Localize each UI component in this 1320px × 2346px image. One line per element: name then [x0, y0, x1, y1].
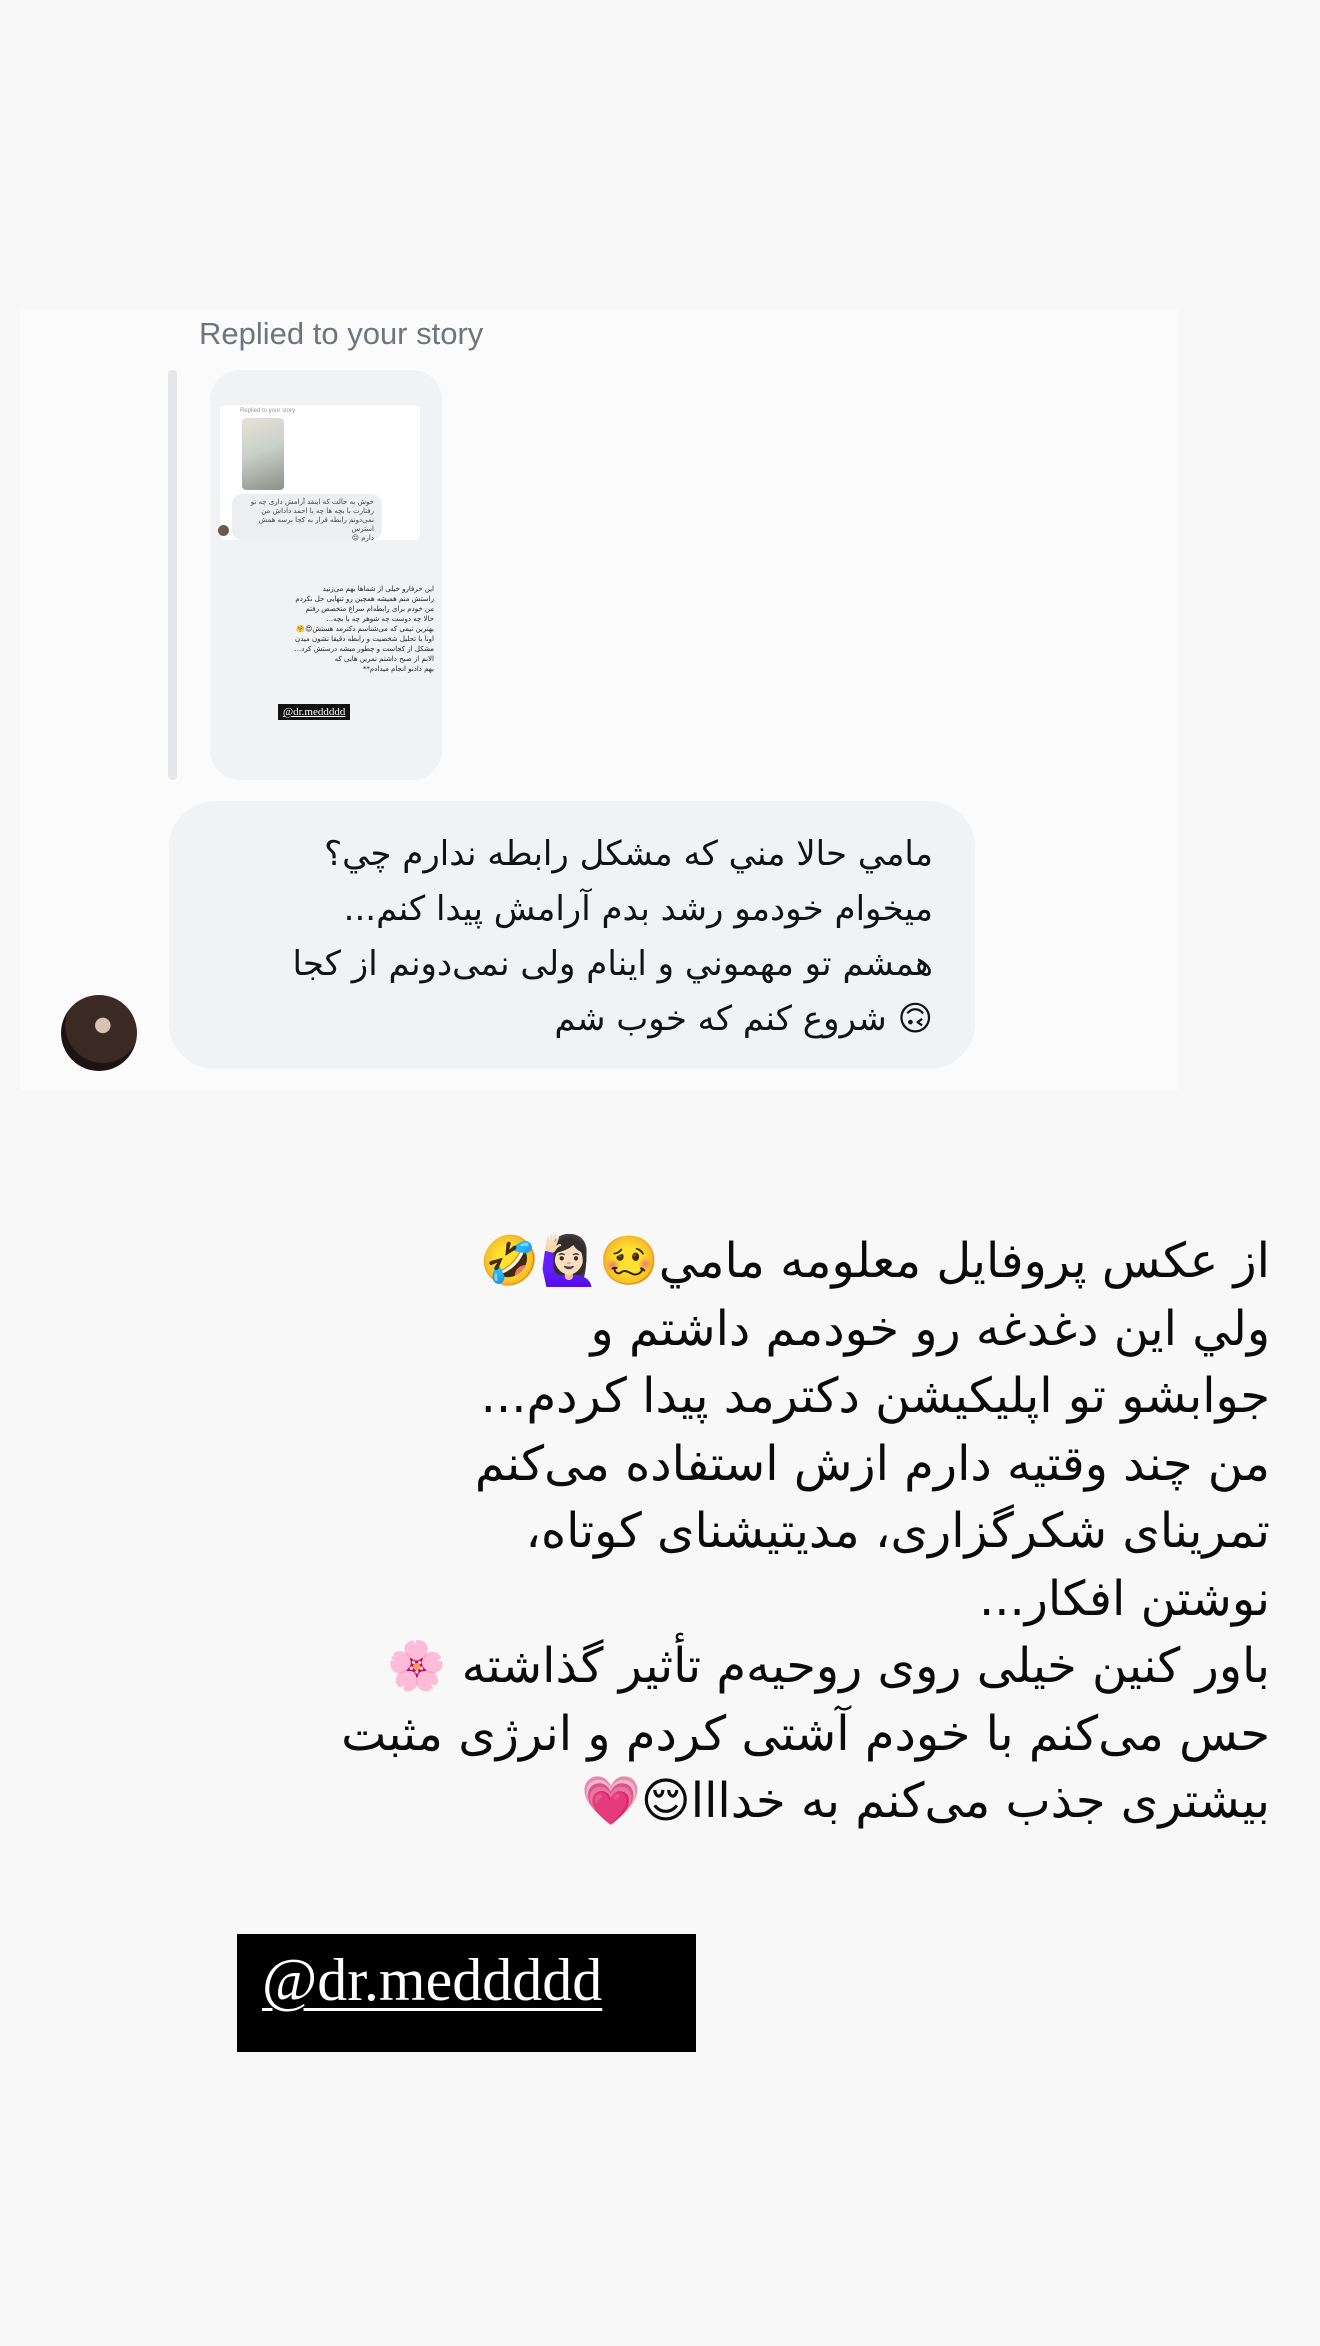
thumb-story-text: این حرفارو خیلی از شماها بهم می‌زنید راس…: [294, 585, 434, 673]
message-line: مامي حالا مني كه مشكل رابطه ندارم چي؟: [324, 834, 933, 874]
reply-quote-bar: [168, 370, 177, 780]
replied-to-story-label: Replied to your story: [199, 316, 484, 351]
caption-line: حس می‌کنم با خودم آشتی کردم و انرژی مثبت: [341, 1705, 1270, 1762]
caption-line: جوابشو تو اپلیکیشن دکترمد پیدا کردم...: [480, 1368, 1270, 1424]
message-line: ميخوام خودمو رشد بدم آرامش پيدا كنم...: [343, 889, 933, 929]
thumb-story-photo: [242, 418, 284, 490]
caption-line: بیشتری جذب می‌کنم به خدااا😌💗: [580, 1773, 1270, 1829]
thumb-avatar: [218, 525, 229, 536]
story-thumbnail[interactable]: Replied to your story خوش به حالت که این…: [210, 370, 442, 780]
thumb-message-bubble: خوش به حالت که اینقد آرامش داری چه تو رف…: [232, 494, 382, 542]
message-line: 🙃 شروع كنم كه خوب شم: [554, 999, 933, 1039]
story-caption: از عکس پروفایل معلومه مامي🥴🙋🏻‍♀️🤣 ولي ای…: [270, 1228, 1270, 1836]
caption-line: ولي این دغدغه رو خودمم داشتم و: [590, 1300, 1271, 1357]
thumb-replied-label: Replied to your story: [240, 408, 296, 414]
caption-line: نوشتن افکار...: [978, 1570, 1270, 1627]
mention-link[interactable]: @dr.meddddd: [262, 1947, 602, 2013]
caption-line: من چند وقتیه دارم ازش استفاده می‌کنم: [474, 1435, 1270, 1492]
message-bubble[interactable]: مامي حالا مني كه مشكل رابطه ندارم چي؟ مي…: [169, 801, 975, 1069]
caption-line: از عکس پروفایل معلومه مامي🥴🙋🏻‍♀️🤣: [479, 1233, 1270, 1289]
mention-sticker[interactable]: @dr.meddddd: [237, 1934, 696, 2052]
message-line: همشم تو مهموني و اينام ولی نمی‌دونم از ك…: [292, 944, 933, 984]
caption-line: باور کنین خیلی روی روحیه‌م تأثیر گذاشته …: [386, 1638, 1270, 1694]
caption-line: تمرینای شکرگزاری، مدیتیشنای کوتاه،: [525, 1503, 1270, 1559]
sender-avatar[interactable]: [61, 995, 137, 1071]
thumb-mention-tag: @dr.meddddd: [278, 704, 351, 720]
